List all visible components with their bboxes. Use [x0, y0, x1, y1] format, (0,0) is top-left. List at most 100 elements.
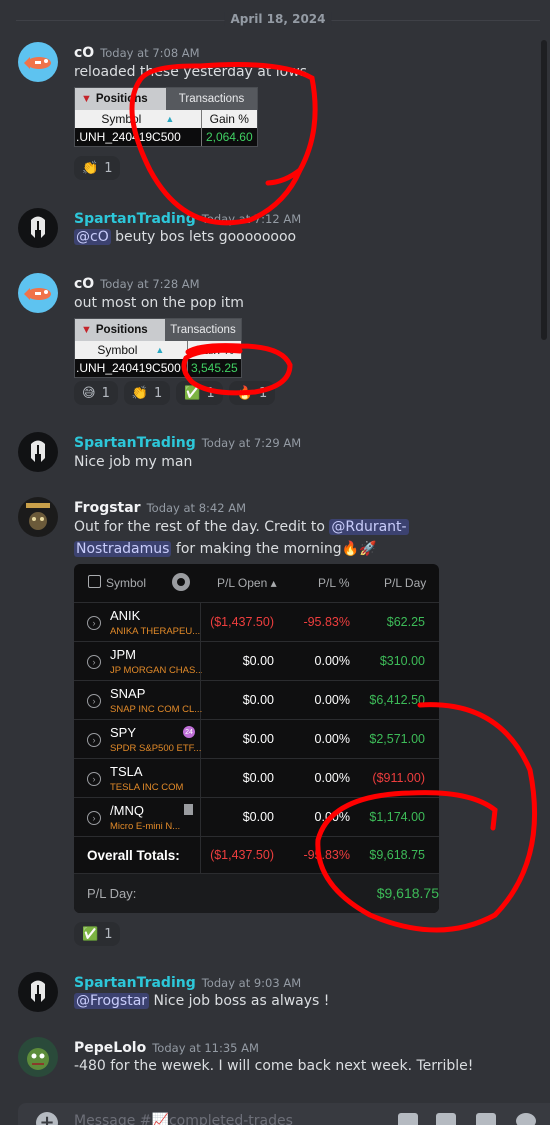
gear-icon[interactable]: [172, 573, 190, 591]
expand-icon[interactable]: ›: [87, 694, 101, 708]
position-symbol: .UNH_240419C500: [75, 128, 202, 146]
message-4: SpartanTrading Today at 7:29 AM Nice job …: [0, 432, 538, 478]
table-row[interactable]: › /MNQ Micro E-mini N... $0.00 0.00% $1,…: [74, 797, 439, 836]
col-pl-open[interactable]: P/L Open ▴: [217, 576, 277, 590]
avatar-pepelolo[interactable]: [18, 1037, 58, 1077]
gif-icon[interactable]: [436, 1113, 456, 1125]
expand-icon[interactable]: ›: [87, 655, 101, 669]
col-pl-day[interactable]: P/L Day: [384, 576, 426, 590]
positions-widget[interactable]: ▼ Positions Transactions Symbol ▲ Gain % .…: [74, 318, 242, 378]
username[interactable]: cO: [74, 276, 94, 292]
totals-pl-pct: -95.83%: [303, 848, 350, 862]
reaction-fire[interactable]: 🔥 1: [228, 381, 276, 405]
col-gain: Gain %: [194, 343, 234, 357]
message-text-line1: Out for the rest of the day. Credit to @…: [74, 519, 409, 535]
row-desc: JP MORGAN CHAS...: [110, 665, 202, 676]
user-mention[interactable]: @Rdurant-: [329, 519, 409, 535]
composer-placeholder[interactable]: Message #📈completed-trades: [74, 1113, 293, 1125]
message-text: Nice job my man: [74, 454, 193, 470]
expand-icon[interactable]: ›: [87, 616, 101, 630]
username[interactable]: PepeLolo: [74, 1040, 146, 1056]
col-symbol: Symbol: [106, 576, 147, 590]
row-pl-pct: 0.00%: [314, 693, 350, 707]
timestamp: Today at 8:42 AM: [146, 501, 246, 515]
avatar-frogstar[interactable]: [18, 497, 58, 537]
row-desc: Micro E-mini N...: [110, 821, 181, 832]
emoji-icon[interactable]: [516, 1113, 536, 1125]
row-pl-day: $2,571.00: [369, 732, 425, 746]
position-gain: 2,064.60: [205, 130, 253, 144]
reaction-check[interactable]: ✅ 1: [176, 381, 223, 405]
avatar-spartantrading[interactable]: [18, 208, 58, 248]
message-text: reloaded these yesterday at lows: [74, 64, 307, 80]
row-desc: TESLA INC COM: [110, 782, 184, 793]
message-2: SpartanTrading Today at 7:12 AM @cO beuty…: [0, 208, 538, 254]
table-row[interactable]: › SNAP SNAP INC COM CL... $0.00 0.00% $6…: [74, 680, 439, 719]
user-mention[interactable]: @Frogstar: [74, 993, 150, 1009]
message-text: -480 for the wewek. I will come back nex…: [74, 1058, 474, 1074]
col-pl-pct[interactable]: P/L %: [318, 576, 350, 590]
tab-transactions: Transactions: [178, 93, 245, 105]
username[interactable]: SpartanTrading: [74, 435, 196, 451]
username[interactable]: SpartanTrading: [74, 975, 196, 991]
gift-icon[interactable]: [398, 1113, 418, 1125]
row-pl-day: $310.00: [379, 654, 425, 668]
table-row[interactable]: › TSLA TESLA INC COM $0.00 0.00% ($911.0…: [74, 758, 439, 797]
row-pl-open: $0.00: [242, 654, 274, 668]
row-pl-pct: -95.83%: [303, 615, 350, 629]
expand-icon[interactable]: ›: [87, 772, 101, 786]
expand-icon[interactable]: ›: [87, 733, 101, 747]
user-mention-cont[interactable]: Nostradamus: [74, 541, 172, 557]
pl-day-label: P/L Day:: [87, 886, 137, 901]
dte-badge: 24: [183, 726, 195, 738]
col-gain: Gain %: [209, 112, 249, 126]
sticker-icon[interactable]: [476, 1113, 496, 1125]
date-divider: April 18, 2024: [16, 10, 540, 30]
timestamp: Today at 7:29 AM: [201, 436, 302, 450]
positions-widget[interactable]: ▼ Positions Transactions Symbol ▲ Gain % .…: [74, 87, 258, 147]
reaction-sweat-smile[interactable]: 😅 1: [74, 381, 118, 405]
row-pl-open: ($1,437.50): [210, 615, 274, 629]
totals-pl-open: ($1,437.50): [210, 848, 274, 862]
pl-panel[interactable]: Symbol P/L Open ▴ P/L % P/L Day › ANIK A…: [74, 564, 439, 913]
add-attachment-icon[interactable]: +: [36, 1112, 58, 1125]
row-symbol: SNAP: [110, 686, 146, 701]
username[interactable]: cO: [74, 45, 94, 61]
row-pl-pct: 0.00%: [314, 732, 350, 746]
expand-icon[interactable]: ›: [87, 811, 101, 825]
row-symbol: TSLA: [110, 764, 143, 779]
message-composer[interactable]: + Message #📈completed-trades: [18, 1103, 550, 1125]
reaction-clap[interactable]: 👏 1: [74, 156, 121, 180]
totals-label: Overall Totals:: [87, 848, 180, 863]
select-all-checkbox[interactable]: [88, 575, 101, 588]
row-symbol: ANIK: [110, 608, 141, 623]
username[interactable]: Frogstar: [74, 500, 141, 516]
avatar-spartantrading[interactable]: [18, 972, 58, 1012]
scrollbar[interactable]: [540, 0, 548, 1095]
table-row[interactable]: › JPM JP MORGAN CHAS... $0.00 0.00% $310…: [74, 641, 439, 680]
scrollbar-thumb[interactable]: [541, 40, 547, 340]
timestamp: Today at 7:12 AM: [201, 212, 302, 226]
document-icon: [184, 804, 193, 815]
reaction-check[interactable]: ✅ 1: [74, 922, 121, 946]
username[interactable]: SpartanTrading: [74, 211, 196, 227]
message-text: out most on the pop itm: [74, 295, 244, 311]
filter-icon: ▼: [81, 324, 92, 336]
table-row[interactable]: › SPY 24 SPDR S&P500 ETF... $0.00 0.00% …: [74, 719, 439, 758]
row-pl-day: ($911.00): [372, 771, 425, 785]
row-symbol: /MNQ: [110, 803, 144, 818]
row-symbol: JPM: [110, 647, 136, 662]
table-row[interactable]: › ANIK ANIKA THERAPEU... ($1,437.50) -95…: [74, 602, 439, 641]
message-text: @cO beuty bos lets goooooooo: [74, 229, 297, 245]
col-symbol: Symbol ▲: [75, 110, 202, 128]
avatar-spartantrading[interactable]: [18, 432, 58, 472]
avatar-co[interactable]: [18, 42, 58, 82]
reaction-clap[interactable]: 👏 1: [123, 381, 171, 405]
timestamp: Today at 9:03 AM: [201, 976, 302, 990]
reactions: 😅 1 👏 1 ✅ 1 🔥 1: [74, 381, 276, 405]
avatar-co[interactable]: [18, 273, 58, 313]
message-text: @Frogstar Nice job boss as always !: [74, 993, 330, 1009]
tab-positions: ▼ Positions: [75, 88, 166, 110]
user-mention[interactable]: @cO: [74, 229, 111, 245]
timestamp: Today at 7:08 AM: [100, 46, 200, 60]
